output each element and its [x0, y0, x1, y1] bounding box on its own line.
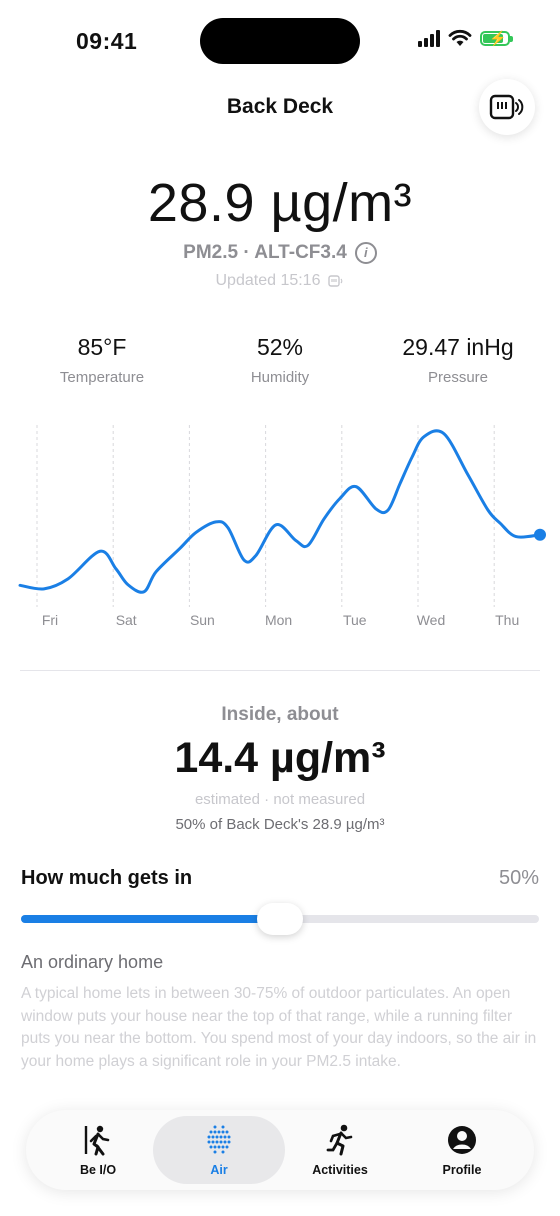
humidity-value: 52% — [256, 334, 304, 360]
temperature-value: 85°F — [77, 334, 127, 360]
tab-activities[interactable]: Activities — [274, 1116, 406, 1184]
wifi-icon — [448, 29, 472, 46]
inside-label: Inside, about — [221, 704, 339, 725]
status-time: 09:41 — [76, 28, 138, 54]
humidity-label: Humidity — [250, 369, 310, 386]
updated-text: Updated 15:16 — [215, 272, 321, 289]
tab-be-io[interactable]: Be I/O — [32, 1116, 164, 1184]
profile-icon — [448, 1126, 476, 1154]
tab-bar: Be I/O Air Activities Profile — [26, 1110, 534, 1190]
infiltration-label: How much gets in — [21, 867, 193, 889]
pm-series-line — [18, 429, 542, 594]
tab-label: Air — [210, 1163, 228, 1177]
pm-history-chart[interactable]: Fri Sat Sun Mon Tue Wed Thu — [0, 410, 560, 635]
infiltration-slider-fill — [21, 915, 280, 923]
status-icons: ⚡ — [418, 29, 513, 47]
infiltration-slider-thumb[interactable] — [257, 903, 303, 935]
device-small-icon — [328, 275, 343, 287]
x-tick-label: Fri — [42, 612, 58, 628]
divider — [20, 670, 540, 671]
sensor-label: PM2.5 · ALT-CF3.4 — [183, 242, 347, 263]
temperature-label: Temperature — [59, 369, 145, 386]
outdoor-pm-value: 28.9 µg/m³ — [147, 173, 413, 233]
tab-label: Profile — [442, 1163, 482, 1177]
inside-pm-value: 14.4 µg/m³ — [174, 734, 386, 782]
infiltration-description: A typical home lets in between 30-75% of… — [21, 985, 537, 1070]
dynamic-island — [200, 18, 360, 64]
dots-sphere-icon — [207, 1125, 231, 1154]
tab-air[interactable]: Air — [153, 1116, 285, 1184]
stat-temperature: 85°F Temperature — [12, 334, 192, 386]
stat-pressure: 29.47 inHg Pressure — [368, 334, 548, 386]
x-tick-label: Wed — [417, 612, 446, 628]
estimated-note: estimated · not measured — [194, 791, 366, 808]
page-title: Back Deck — [226, 95, 334, 118]
device-button[interactable] — [479, 79, 535, 135]
tab-label: Activities — [312, 1163, 368, 1177]
latest-point — [534, 528, 546, 541]
pressure-label: Pressure — [427, 369, 489, 386]
stat-humidity: 52% Humidity — [190, 334, 370, 386]
sensor-subtitle: PM2.5 · ALT-CF3.4 i — [0, 242, 560, 264]
x-tick-label: Sun — [190, 612, 215, 628]
running-person-icon — [326, 1124, 353, 1156]
tab-label: Be I/O — [79, 1163, 117, 1177]
x-tick-label: Mon — [265, 612, 292, 628]
infiltration-percent: 50% — [498, 867, 539, 889]
x-tick-label: Sat — [116, 612, 137, 628]
home-type-label: An ordinary home — [21, 952, 164, 972]
info-icon[interactable]: i — [354, 242, 377, 264]
air-monitor-icon — [489, 94, 524, 120]
x-tick-label: Tue — [343, 612, 367, 628]
pressure-value: 29.47 inHg — [402, 334, 514, 360]
updated-row: Updated 15:16 — [0, 272, 560, 290]
signal-icon — [418, 29, 440, 47]
person-walking-door-icon — [84, 1125, 110, 1156]
percent-of-outdoor: 50% of Back Deck's 28.9 µg/m³ — [175, 816, 385, 833]
tab-profile[interactable]: Profile — [396, 1116, 528, 1184]
battery-icon: ⚡ — [480, 30, 513, 46]
x-tick-label: Thu — [495, 612, 519, 628]
